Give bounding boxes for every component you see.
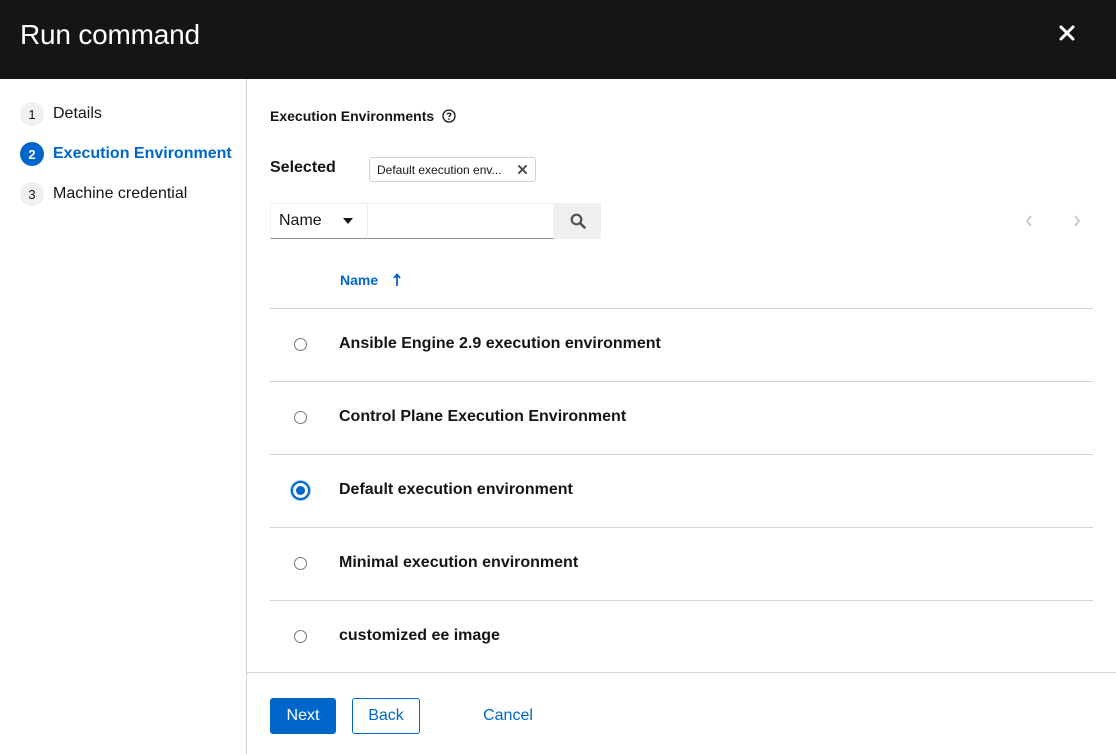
row-name: Minimal execution environment	[339, 554, 579, 571]
cancel-button[interactable]: Cancel	[470, 698, 546, 734]
back-button[interactable]: Back	[352, 698, 420, 734]
search-icon	[570, 213, 586, 229]
selected-chip-text: Default execution env...	[377, 162, 502, 177]
sort-ascending-icon	[392, 273, 402, 287]
row-radio-selected[interactable]	[291, 481, 310, 500]
column-header-label: Name	[340, 272, 379, 288]
next-button[interactable]: Next	[270, 698, 336, 734]
step-label: Details	[53, 105, 102, 122]
step-number: 3	[20, 182, 44, 206]
chevron-right-icon	[1074, 215, 1081, 227]
step-label: Machine credential	[53, 185, 188, 202]
pagination-next-button[interactable]	[1067, 211, 1087, 231]
help-circle-icon[interactable]	[442, 109, 456, 123]
table-row[interactable]: Ansible Engine 2.9 execution environment	[270, 309, 1093, 382]
filter-select-value: Name	[279, 212, 322, 229]
wizard-footer: Next Back Cancel	[247, 672, 1116, 754]
wizard-nav: 1 Details 2 Execution Environment 3 Mach…	[0, 79, 247, 754]
row-radio[interactable]	[294, 557, 307, 570]
row-name: Control Plane Execution Environment	[339, 408, 627, 425]
column-header-name[interactable]: Name	[340, 272, 402, 288]
caret-down-icon	[343, 218, 353, 224]
selected-label: Selected	[270, 159, 336, 176]
close-icon	[517, 165, 527, 174]
chevron-left-icon	[1025, 215, 1032, 227]
wizard-step-execution-environment[interactable]: 2 Execution Environment	[20, 141, 232, 167]
step-number: 1	[20, 102, 44, 126]
step-number: 2	[20, 142, 44, 166]
step-label: Execution Environment	[53, 145, 232, 162]
search-button[interactable]	[554, 203, 601, 239]
wizard-step-details[interactable]: 1 Details	[20, 101, 102, 127]
row-radio[interactable]	[294, 338, 307, 351]
row-name: Ansible Engine 2.9 execution environment	[339, 335, 661, 352]
row-name: customized ee image	[339, 627, 500, 644]
modal-header: Run command	[0, 0, 1116, 79]
close-button[interactable]	[1050, 18, 1084, 48]
selected-chip: Default execution env...	[369, 157, 536, 182]
table-row[interactable]: Default execution environment	[270, 455, 1093, 528]
pagination-prev-button[interactable]	[1019, 211, 1039, 231]
row-radio[interactable]	[294, 630, 307, 643]
table-row[interactable]: customized ee image	[270, 601, 1093, 674]
execution-environments-table: Ansible Engine 2.9 execution environment…	[270, 308, 1093, 674]
wizard-step-machine-credential[interactable]: 3 Machine credential	[20, 181, 187, 207]
chip-remove-button[interactable]	[515, 163, 529, 177]
table-row[interactable]: Minimal execution environment	[270, 528, 1093, 601]
search-toolbar: Name	[270, 203, 601, 239]
wizard-main: Execution Environments Selected Default …	[247, 79, 1116, 672]
filter-attribute-select[interactable]: Name	[270, 203, 368, 239]
section-label-text: Execution Environments	[270, 108, 435, 124]
row-name: Default execution environment	[339, 481, 573, 498]
table-row[interactable]: Control Plane Execution Environment	[270, 382, 1093, 455]
search-input[interactable]	[368, 203, 554, 239]
row-radio[interactable]	[294, 411, 307, 424]
modal-title: Run command	[20, 19, 200, 50]
close-icon	[1059, 25, 1075, 41]
execution-environments-label: Execution Environments	[270, 108, 456, 124]
